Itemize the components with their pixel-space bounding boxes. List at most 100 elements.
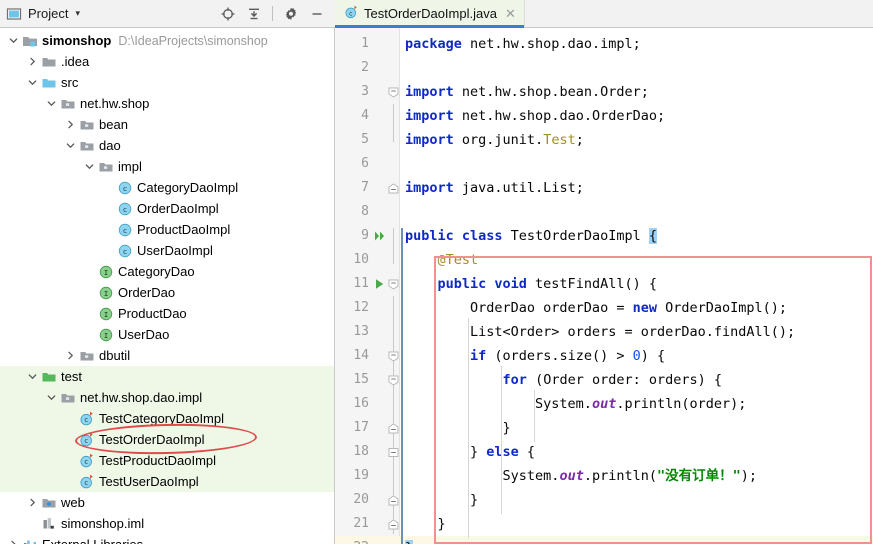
tree-node-userdao[interactable]: I UserDao	[0, 324, 334, 345]
svg-text:c: c	[123, 246, 127, 255]
editor-tab-testorderdaoimpl[interactable]: c TestOrderDaoImpl.java ✕	[335, 0, 525, 28]
gear-icon[interactable]	[283, 6, 299, 22]
fold-end-icon[interactable]	[388, 494, 399, 506]
tree-node-userdaoimpl[interactable]: c UserDaoImpl	[0, 240, 334, 261]
fold-start-icon[interactable]	[388, 278, 399, 290]
chevron-down-icon[interactable]	[27, 77, 38, 88]
chevron-down-icon[interactable]: ▾	[75, 8, 80, 19]
collapse-all-icon[interactable]	[246, 6, 262, 22]
tree-node-orderdaoimpl[interactable]: c OrderDaoImpl	[0, 198, 334, 219]
chevron-down-icon[interactable]	[84, 161, 95, 172]
tree-node-simonshop-iml[interactable]: simonshop.iml	[0, 513, 334, 534]
tree-node-external-libraries[interactable]: External Libraries	[0, 534, 334, 544]
code-line[interactable]: 2	[335, 56, 873, 80]
tree-node--idea[interactable]: .idea	[0, 51, 334, 72]
tree-node-test[interactable]: test	[0, 366, 334, 387]
chevron-right-icon[interactable]	[65, 350, 76, 361]
run-test-icon[interactable]	[373, 277, 387, 291]
code-line[interactable]: 21 }	[335, 512, 873, 536]
tree-node-impl[interactable]: impl	[0, 156, 334, 177]
fold-start-icon[interactable]	[388, 374, 399, 386]
folder-web-icon	[41, 495, 57, 511]
code-line[interactable]: 7 import java.util.List;	[335, 176, 873, 200]
code-line[interactable]: 22}	[335, 536, 873, 544]
tree-node-dao[interactable]: dao	[0, 135, 334, 156]
locate-icon[interactable]	[220, 6, 236, 22]
tree-node-web[interactable]: web	[0, 492, 334, 513]
code-line[interactable]: 6	[335, 152, 873, 176]
fold-start-icon[interactable]	[388, 350, 399, 362]
minimize-icon[interactable]	[309, 6, 325, 22]
tree-node-label: CategoryDao	[118, 264, 195, 279]
tree-node-categorydao[interactable]: I CategoryDao	[0, 261, 334, 282]
fold-end-icon[interactable]	[388, 182, 399, 194]
tree-node-dbutil[interactable]: dbutil	[0, 345, 334, 366]
line-content: OrderDao orderDao = new OrderDaoImpl();	[405, 300, 788, 316]
close-icon[interactable]: ✕	[505, 7, 516, 20]
chevron-down-icon[interactable]	[8, 35, 19, 46]
chevron-down-icon[interactable]	[46, 392, 57, 403]
code-line[interactable]: 9 public class TestOrderDaoImpl {	[335, 224, 873, 248]
chevron-right-icon[interactable]	[65, 119, 76, 130]
tree-node-net-hw-shop[interactable]: net.hw.shop	[0, 93, 334, 114]
code-line[interactable]: 19 System.out.println("没有订单！");	[335, 464, 873, 488]
chevron-right-icon[interactable]	[27, 497, 38, 508]
package-icon	[98, 159, 114, 175]
line-content: import java.util.List;	[405, 180, 584, 196]
fold-end-icon[interactable]	[388, 422, 399, 434]
chevron-down-icon[interactable]	[46, 98, 57, 109]
code-line[interactable]: 8	[335, 200, 873, 224]
code-line[interactable]: 10 @Test	[335, 248, 873, 272]
tree-node-productdaoimpl[interactable]: c ProductDaoImpl	[0, 219, 334, 240]
fold-mid-icon[interactable]	[388, 446, 399, 457]
line-content: @Test	[437, 252, 479, 268]
indent-guide	[435, 270, 436, 544]
tree-node-label: TestUserDaoImpl	[99, 474, 199, 489]
fold-end-icon[interactable]	[388, 518, 399, 530]
code-line[interactable]: 12 OrderDao orderDao = new OrderDaoImpl(…	[335, 296, 873, 320]
tree-node-testorderdaoimpl[interactable]: c TestOrderDaoImpl	[0, 429, 334, 450]
project-panel-title-group[interactable]: Project ▾	[6, 6, 80, 22]
code-line[interactable]: 15 for (Order order: orders) {	[335, 368, 873, 392]
code-editor[interactable]: 1 package net.hw.shop.dao.impl; 2 3 import n…	[335, 28, 873, 544]
tree-node-src[interactable]: src	[0, 72, 334, 93]
code-line[interactable]: 17 }	[335, 416, 873, 440]
tree-node-testproductdaoimpl[interactable]: c TestProductDaoImpl	[0, 450, 334, 471]
tree-node-testuserdaoimpl[interactable]: c TestUserDaoImpl	[0, 471, 334, 492]
tree-node-productdao[interactable]: I ProductDao	[0, 303, 334, 324]
chevron-right-icon[interactable]	[8, 539, 19, 544]
tree-node-bean[interactable]: bean	[0, 114, 334, 135]
tree-node-simonshop[interactable]: simonshop D:\IdeaProjects\simonshop	[0, 30, 334, 51]
run-all-tests-icon[interactable]	[373, 229, 387, 243]
tree-node-categorydaoimpl[interactable]: c CategoryDaoImpl	[0, 177, 334, 198]
code-line[interactable]: 3 import net.hw.shop.bean.Order;	[335, 80, 873, 104]
chevron-down-icon[interactable]	[27, 371, 38, 382]
code-line[interactable]: 14 if (orders.size() > 0) {	[335, 344, 873, 368]
project-tree[interactable]: simonshop D:\IdeaProjects\simonshop .idea s…	[0, 28, 335, 544]
line-number: 10	[353, 252, 369, 267]
code-line[interactable]: 4 import net.hw.shop.dao.OrderDao;	[335, 104, 873, 128]
tree-node-net-hw-shop-dao-impl[interactable]: net.hw.shop.dao.impl	[0, 387, 334, 408]
code-line[interactable]: 20 }	[335, 488, 873, 512]
fold-start-icon[interactable]	[388, 86, 399, 98]
tree-node-testcategorydaoimpl[interactable]: c TestCategoryDaoImpl	[0, 408, 334, 429]
chevron-right-icon[interactable]	[27, 56, 38, 67]
line-number: 9	[361, 228, 369, 243]
module-icon	[22, 33, 38, 49]
code-line[interactable]: 13 List<Order> orders = orderDao.findAll…	[335, 320, 873, 344]
line-number: 22	[335, 536, 369, 544]
folder-test-icon	[41, 369, 57, 385]
line-content: System.out.println(order);	[405, 396, 747, 412]
tree-node-label: ProductDao	[118, 306, 187, 321]
code-line[interactable]: 5 import org.junit.Test;	[335, 128, 873, 152]
chevron-down-icon[interactable]	[65, 140, 76, 151]
tree-node-orderdao[interactable]: I OrderDao	[0, 282, 334, 303]
code-line[interactable]: 16 System.out.println(order);	[335, 392, 873, 416]
code-line[interactable]: 11 public void testFindAll() {	[335, 272, 873, 296]
code-line[interactable]: 18 } else {	[335, 440, 873, 464]
code-line[interactable]: 1 package net.hw.shop.dao.impl;	[335, 32, 873, 56]
